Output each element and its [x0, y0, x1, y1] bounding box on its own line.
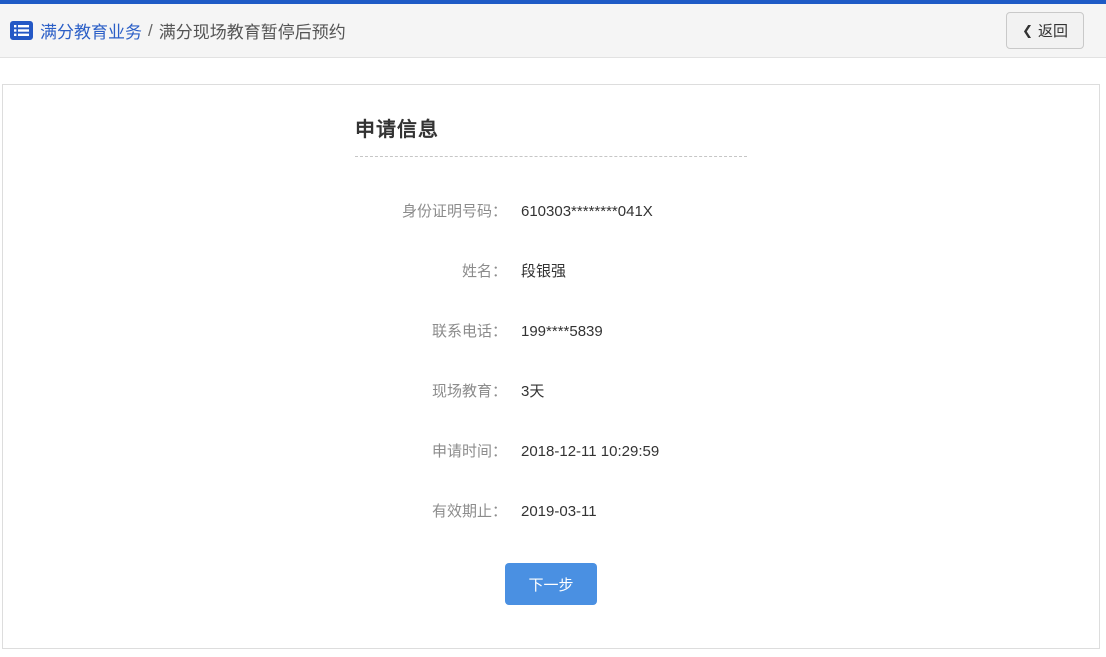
- field-label: 身份证明号码：: [355, 203, 507, 221]
- field-label: 申请时间：: [355, 443, 507, 461]
- breadcrumb-current: 满分现场教育暂停后预约: [159, 18, 346, 43]
- button-row: 下一步: [355, 563, 747, 605]
- chevron-left-icon: ❮: [1022, 24, 1033, 37]
- back-button[interactable]: ❮ 返回: [1006, 12, 1084, 49]
- field-row-onsite-education: 现场教育： 3天: [355, 383, 747, 401]
- field-label: 姓名：: [355, 263, 507, 281]
- back-button-label: 返回: [1038, 20, 1068, 41]
- page-header: 满分教育业务 / 满分现场教育暂停后预约 ❮ 返回: [0, 4, 1106, 58]
- field-label: 联系电话：: [355, 323, 507, 341]
- field-row-valid-until: 有效期止： 2019-03-11: [355, 503, 747, 521]
- field-value: 2018-12-11 10:29:59: [521, 443, 659, 461]
- next-step-button[interactable]: 下一步: [505, 563, 597, 605]
- field-value: 199****5839: [521, 323, 603, 341]
- breadcrumb-separator: /: [148, 21, 153, 41]
- field-label: 现场教育：: [355, 383, 507, 401]
- field-value: 段银强: [521, 263, 566, 281]
- field-row-name: 姓名： 段银强: [355, 263, 747, 281]
- content-card: 申请信息 身份证明号码： 610303********041X 姓名： 段银强 …: [2, 84, 1100, 649]
- field-value: 610303********041X: [521, 203, 653, 221]
- field-value: 2019-03-11: [521, 503, 597, 521]
- field-label: 有效期止：: [355, 503, 507, 521]
- field-row-phone: 联系电话： 199****5839: [355, 323, 747, 341]
- field-value: 3天: [521, 383, 544, 401]
- list-icon: [10, 21, 33, 40]
- field-row-id-number: 身份证明号码： 610303********041X: [355, 203, 747, 221]
- application-info-section: 申请信息 身份证明号码： 610303********041X 姓名： 段银强 …: [355, 85, 747, 605]
- field-row-apply-time: 申请时间： 2018-12-11 10:29:59: [355, 443, 747, 461]
- breadcrumb: 满分教育业务 / 满分现场教育暂停后预约: [10, 18, 346, 43]
- application-info-form: 身份证明号码： 610303********041X 姓名： 段银强 联系电话：…: [355, 203, 747, 521]
- breadcrumb-root-link[interactable]: 满分教育业务: [40, 18, 142, 43]
- section-title: 申请信息: [355, 113, 747, 157]
